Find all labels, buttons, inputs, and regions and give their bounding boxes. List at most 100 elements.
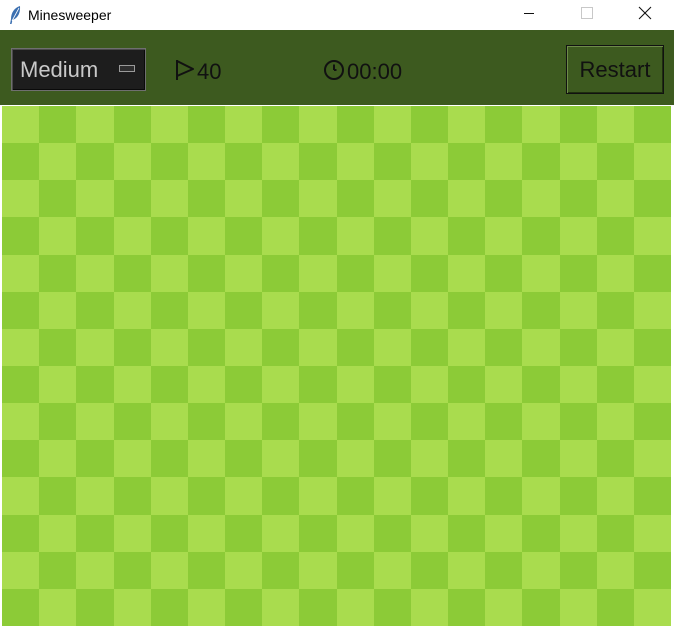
minefield-cell[interactable] <box>113 365 151 404</box>
minefield-cell[interactable] <box>150 403 188 441</box>
minefield-cell[interactable] <box>262 588 300 626</box>
minefield-cell[interactable] <box>113 180 151 218</box>
minefield-cell[interactable] <box>596 291 634 329</box>
minefield-cell[interactable] <box>299 403 337 441</box>
minefield-cell[interactable] <box>336 180 374 218</box>
minefield-cell[interactable] <box>633 365 671 404</box>
minefield-cell[interactable] <box>596 254 634 292</box>
minefield-cell[interactable] <box>596 328 634 366</box>
minefield-cell[interactable] <box>373 180 411 218</box>
minefield-cell[interactable] <box>485 106 523 144</box>
minefield-cell[interactable] <box>336 291 374 329</box>
minefield-cell[interactable] <box>596 477 634 515</box>
minefield-cell[interactable] <box>522 291 560 329</box>
minefield-cell[interactable] <box>336 551 374 589</box>
minefield-cell[interactable] <box>559 477 597 515</box>
minefield-cell[interactable] <box>299 328 337 366</box>
minefield-cell[interactable] <box>522 328 560 366</box>
minefield-cell[interactable] <box>262 254 300 292</box>
minefield-cell[interactable] <box>187 106 225 144</box>
minefield-cell[interactable] <box>2 403 40 441</box>
minefield-cell[interactable] <box>113 106 151 144</box>
minefield-cell[interactable] <box>2 477 40 515</box>
minefield-cell[interactable] <box>522 143 560 181</box>
minefield-cell[interactable] <box>448 514 486 552</box>
minefield-cell[interactable] <box>336 365 374 404</box>
difficulty-select[interactable]: Medium <box>11 48 146 91</box>
minefield-cell[interactable] <box>410 440 448 478</box>
minefield-cell[interactable] <box>633 328 671 366</box>
minefield-cell[interactable] <box>373 106 411 144</box>
minefield-cell[interactable] <box>39 143 77 181</box>
minefield-cell[interactable] <box>410 365 448 404</box>
minefield-cell[interactable] <box>299 440 337 478</box>
minefield-cell[interactable] <box>299 291 337 329</box>
minefield-cell[interactable] <box>410 106 448 144</box>
minefield-cell[interactable] <box>187 477 225 515</box>
minefield-cell[interactable] <box>262 403 300 441</box>
minefield-cell[interactable] <box>299 217 337 255</box>
minefield-cell[interactable] <box>76 477 114 515</box>
minefield-cell[interactable] <box>596 365 634 404</box>
minefield-cell[interactable] <box>410 514 448 552</box>
minefield-cell[interactable] <box>76 588 114 626</box>
minefield-cell[interactable] <box>113 143 151 181</box>
minefield-cell[interactable] <box>485 180 523 218</box>
minefield-cell[interactable] <box>150 217 188 255</box>
minefield-cell[interactable] <box>485 328 523 366</box>
minefield-cell[interactable] <box>76 217 114 255</box>
minefield-cell[interactable] <box>2 588 40 626</box>
minefield-cell[interactable] <box>559 217 597 255</box>
minefield-cell[interactable] <box>410 291 448 329</box>
minefield-cell[interactable] <box>336 440 374 478</box>
minefield-cell[interactable] <box>559 106 597 144</box>
minefield-cell[interactable] <box>410 403 448 441</box>
minefield-cell[interactable] <box>225 328 263 366</box>
minefield-cell[interactable] <box>336 477 374 515</box>
minefield-cell[interactable] <box>150 254 188 292</box>
minefield-cell[interactable] <box>187 328 225 366</box>
minefield-cell[interactable] <box>187 403 225 441</box>
minefield-cell[interactable] <box>373 440 411 478</box>
minefield-cell[interactable] <box>225 143 263 181</box>
minefield-cell[interactable] <box>76 180 114 218</box>
minefield-cell[interactable] <box>522 588 560 626</box>
minefield-cell[interactable] <box>39 551 77 589</box>
minefield-cell[interactable] <box>596 403 634 441</box>
minefield-cell[interactable] <box>448 551 486 589</box>
minefield-cell[interactable] <box>262 477 300 515</box>
minefield-cell[interactable] <box>485 291 523 329</box>
minefield-cell[interactable] <box>410 477 448 515</box>
minefield-cell[interactable] <box>410 328 448 366</box>
minefield-cell[interactable] <box>559 254 597 292</box>
minefield-cell[interactable] <box>633 180 671 218</box>
minefield-cell[interactable] <box>225 440 263 478</box>
minefield-cell[interactable] <box>410 551 448 589</box>
minefield-cell[interactable] <box>336 254 374 292</box>
minefield-cell[interactable] <box>262 291 300 329</box>
minefield-cell[interactable] <box>187 254 225 292</box>
minefield-cell[interactable] <box>633 143 671 181</box>
minefield-cell[interactable] <box>596 514 634 552</box>
minefield-cell[interactable] <box>559 180 597 218</box>
minefield-cell[interactable] <box>485 551 523 589</box>
minefield-cell[interactable] <box>522 217 560 255</box>
minefield-cell[interactable] <box>336 106 374 144</box>
minefield-cell[interactable] <box>76 328 114 366</box>
minefield-cell[interactable] <box>373 477 411 515</box>
minefield-cell[interactable] <box>448 217 486 255</box>
minefield-cell[interactable] <box>76 143 114 181</box>
close-button[interactable] <box>616 0 674 30</box>
minefield-cell[interactable] <box>448 477 486 515</box>
minefield-cell[interactable] <box>113 440 151 478</box>
minefield-cell[interactable] <box>522 365 560 404</box>
minefield-cell[interactable] <box>150 365 188 404</box>
minefield-cell[interactable] <box>113 514 151 552</box>
minefield-cell[interactable] <box>485 440 523 478</box>
minefield-cell[interactable] <box>336 328 374 366</box>
minefield-cell[interactable] <box>187 217 225 255</box>
minefield-cell[interactable] <box>633 106 671 144</box>
minefield-cell[interactable] <box>2 217 40 255</box>
minefield-cell[interactable] <box>225 551 263 589</box>
minefield-cell[interactable] <box>522 514 560 552</box>
